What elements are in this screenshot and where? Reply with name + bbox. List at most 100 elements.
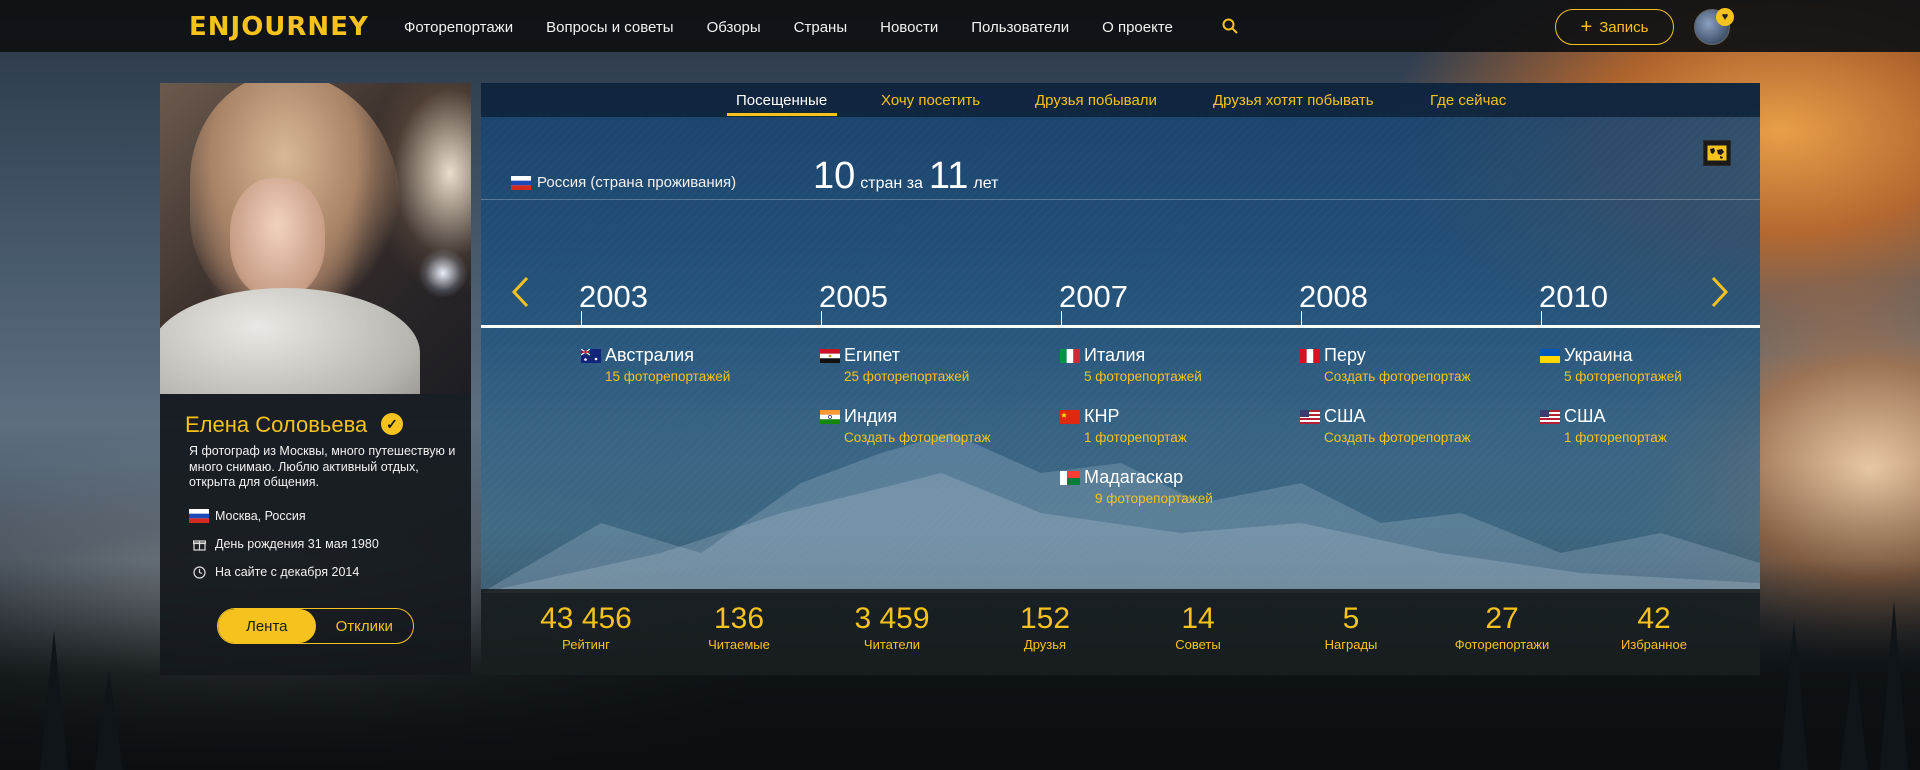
tab-where-now[interactable]: Где сейчас bbox=[1430, 92, 1506, 109]
year-tick bbox=[1301, 311, 1302, 325]
tree-silhouette bbox=[95, 670, 123, 770]
country-name: Египет bbox=[844, 345, 901, 365]
years-count: 11 bbox=[928, 155, 969, 197]
nav-item-countries[interactable]: Страны bbox=[794, 19, 847, 36]
tree-silhouette bbox=[1840, 660, 1868, 770]
stat-number: 5 bbox=[1342, 602, 1360, 635]
timeline-entry[interactable]: КНР 1 фоторепортаж bbox=[1060, 406, 1187, 445]
timeline-entry[interactable]: США 1 фоторепортаж bbox=[1540, 406, 1667, 445]
create-photoreport-link[interactable]: Создать фоторепортаж bbox=[820, 430, 991, 445]
ukraine-flag-icon bbox=[1540, 348, 1560, 363]
madagascar-flag-icon bbox=[1060, 470, 1080, 485]
photoreport-count[interactable]: 1 фоторепортаж bbox=[1060, 430, 1187, 445]
stat-label: Читатели bbox=[863, 637, 921, 652]
stat-number: 43 456 bbox=[540, 602, 632, 635]
nav-item-reviews[interactable]: Обзоры bbox=[707, 19, 761, 36]
stat-number: 152 bbox=[1019, 602, 1071, 635]
year-tick bbox=[1061, 311, 1062, 325]
stat-label: Друзья bbox=[1023, 637, 1067, 652]
tree-silhouette bbox=[40, 630, 68, 770]
nav-item-about[interactable]: О проекте bbox=[1102, 19, 1173, 36]
peru-flag-icon bbox=[1300, 348, 1320, 363]
profile-name: Елена Соловьева bbox=[185, 412, 368, 437]
gift-icon bbox=[189, 537, 209, 551]
photo-face-shape bbox=[230, 178, 325, 298]
country-name: Италия bbox=[1084, 345, 1146, 365]
timeline-prev-arrow-icon[interactable] bbox=[509, 275, 531, 309]
profile-bio: Я фотограф из Москвы, много путешествую … bbox=[189, 444, 456, 489]
notification-heart-icon[interactable]: ♥ bbox=[1716, 8, 1734, 26]
photoreport-count[interactable]: 1 фоторепортаж bbox=[1540, 430, 1667, 445]
main-nav: Фоторепортажи Вопросы и советы Обзоры Ст… bbox=[404, 19, 1206, 36]
timeline-entry[interactable]: Мадагаскар 9 фоторепортажей bbox=[1060, 467, 1213, 506]
tab-want-to-visit[interactable]: Хочу посетить bbox=[881, 92, 980, 109]
stat-reading[interactable]: 136 Читаемые bbox=[664, 602, 814, 653]
year-tick bbox=[1541, 311, 1542, 325]
timeline-entry[interactable]: Австралия 15 фоторепортажей bbox=[581, 345, 730, 384]
timeline-next-arrow-icon[interactable] bbox=[1709, 275, 1731, 309]
russia-flag-icon bbox=[189, 509, 209, 523]
create-photoreport-link[interactable]: Создать фоторепортаж bbox=[1300, 369, 1471, 384]
tab-feed[interactable]: Лента bbox=[218, 609, 316, 643]
countries-count: 10 bbox=[813, 155, 856, 197]
stat-label: Советы bbox=[1175, 637, 1221, 652]
member-since-text: На сайте с декабря 2014 bbox=[215, 565, 360, 579]
nav-item-news[interactable]: Новости bbox=[880, 19, 938, 36]
year-2003: 2003 bbox=[579, 279, 648, 314]
new-post-button[interactable]: + Запись bbox=[1555, 9, 1674, 45]
photoreport-count[interactable]: 5 фоторепортажей bbox=[1060, 369, 1202, 384]
verified-check-icon: ✓ bbox=[381, 413, 403, 435]
timeline-entry[interactable]: Египет 25 фоторепортажей bbox=[820, 345, 969, 384]
photoreport-count[interactable]: 9 фоторепортажей bbox=[1060, 491, 1213, 506]
tab-replies[interactable]: Отклики bbox=[316, 609, 414, 643]
australia-flag-icon bbox=[581, 348, 601, 363]
stat-favorites[interactable]: 42 Избранное bbox=[1579, 603, 1729, 653]
years-word: лет bbox=[973, 175, 999, 192]
residence-text: Россия (страна проживания) bbox=[537, 174, 737, 191]
map-view-icon[interactable] bbox=[1703, 140, 1731, 166]
profile-photo bbox=[160, 83, 471, 394]
birthday-text: День рождения 31 мая 1980 bbox=[215, 537, 379, 551]
stat-rating[interactable]: 43 456 Рейтинг bbox=[511, 602, 661, 653]
tab-friends-visited[interactable]: Друзья побывали bbox=[1035, 92, 1157, 109]
stat-tips[interactable]: 14 Советы bbox=[1123, 603, 1273, 653]
timeline-entry[interactable]: Индия Создать фоторепортаж bbox=[820, 406, 991, 445]
tab-visited[interactable]: Посещенные bbox=[736, 92, 827, 109]
top-navigation-bar: ENJOURNEY Фоторепортажи Вопросы и советы… bbox=[0, 0, 1920, 52]
nav-item-questions[interactable]: Вопросы и советы bbox=[546, 19, 673, 36]
stat-number: 27 bbox=[1485, 602, 1519, 635]
russia-flag-icon bbox=[511, 175, 531, 190]
timeline-entry[interactable]: Перу Создать фоторепортаж bbox=[1300, 345, 1471, 384]
photoreport-count[interactable]: 5 фоторепортажей bbox=[1540, 369, 1682, 384]
china-flag-icon bbox=[1060, 409, 1080, 424]
profile-card: Елена Соловьева ✓ Я фотограф из Москвы, … bbox=[160, 83, 471, 675]
create-photoreport-link[interactable]: Создать фоторепортаж bbox=[1300, 430, 1471, 445]
stat-number: 136 bbox=[713, 602, 765, 635]
timeline-entry[interactable]: США Создать фоторепортаж bbox=[1300, 406, 1471, 445]
location-text: Москва, Россия bbox=[215, 509, 306, 523]
site-logo[interactable]: ENJOURNEY bbox=[189, 12, 369, 42]
tab-friends-want[interactable]: Друзья хотят побывать bbox=[1213, 92, 1374, 109]
country-name: Украина bbox=[1564, 345, 1633, 365]
photoreport-count[interactable]: 25 фоторепортажей bbox=[820, 369, 969, 384]
stat-readers[interactable]: 3 459 Читатели bbox=[817, 602, 967, 653]
timeline-entry[interactable]: Украина 5 фоторепортажей bbox=[1540, 345, 1682, 384]
stat-number: 3 459 bbox=[854, 602, 930, 635]
profile-location: Москва, Россия bbox=[189, 509, 306, 523]
stat-awards[interactable]: 5 Награды bbox=[1276, 602, 1426, 653]
stat-friends[interactable]: 152 Друзья bbox=[970, 602, 1120, 653]
photoreport-count[interactable]: 15 фоторепортажей bbox=[581, 369, 730, 384]
stat-label: Фоторепортажи bbox=[1454, 637, 1550, 652]
plus-icon: + bbox=[1580, 16, 1593, 38]
country-name: США bbox=[1324, 406, 1366, 426]
search-icon[interactable] bbox=[1222, 18, 1238, 34]
timeline-axis bbox=[481, 325, 1760, 328]
timeline-entry[interactable]: Италия 5 фоторепортажей bbox=[1060, 345, 1202, 384]
stat-label: Избранное bbox=[1621, 637, 1687, 652]
nav-item-photoreports[interactable]: Фоторепортажи bbox=[404, 19, 513, 36]
profile-stats-bar: 43 456 Рейтинг 136 Читаемые 3 459 Читатели … bbox=[481, 589, 1760, 675]
nav-item-users[interactable]: Пользователи bbox=[971, 19, 1069, 36]
country-name: Австралия bbox=[605, 345, 694, 365]
stat-photoreports[interactable]: 27 Фоторепортажи bbox=[1427, 602, 1577, 653]
feed-replies-toggle: Лента Отклики bbox=[217, 608, 414, 644]
